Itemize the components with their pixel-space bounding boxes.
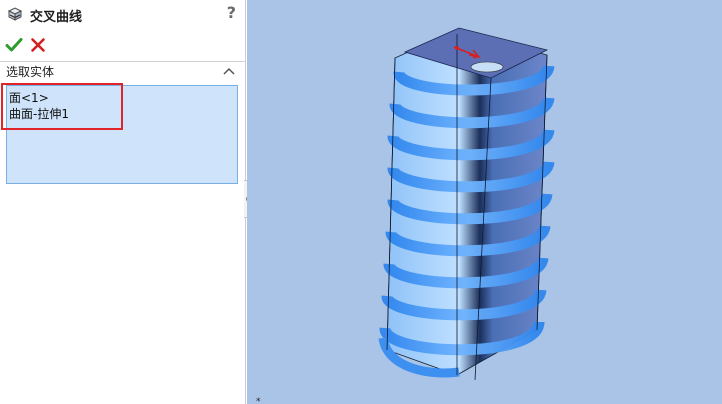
close-icon: [31, 38, 45, 52]
threaded-body: [378, 27, 555, 381]
property-manager-panel: 交叉曲线 ? 选取实体 面<1> 曲面-拉伸1: [0, 0, 246, 404]
ok-button[interactable]: [5, 36, 23, 54]
red-highlight-annotation: [1, 83, 123, 130]
3d-model[interactable]: [247, 0, 722, 404]
intersection-curve-icon: [7, 7, 23, 21]
selection-section-header[interactable]: 选取实体: [0, 62, 245, 82]
panel-title-bar: 交叉曲线 ?: [0, 0, 246, 28]
question-mark-icon[interactable]: ?: [227, 3, 236, 22]
graphics-viewport[interactable]: *: [247, 0, 722, 404]
chevron-up-icon[interactable]: [222, 66, 236, 76]
checkmark-icon: [5, 38, 23, 52]
cancel-button[interactable]: [29, 36, 47, 54]
section-title: 选取实体: [6, 65, 55, 79]
coordinate-triad: *: [256, 397, 261, 404]
panel-title: 交叉曲线: [30, 10, 83, 25]
